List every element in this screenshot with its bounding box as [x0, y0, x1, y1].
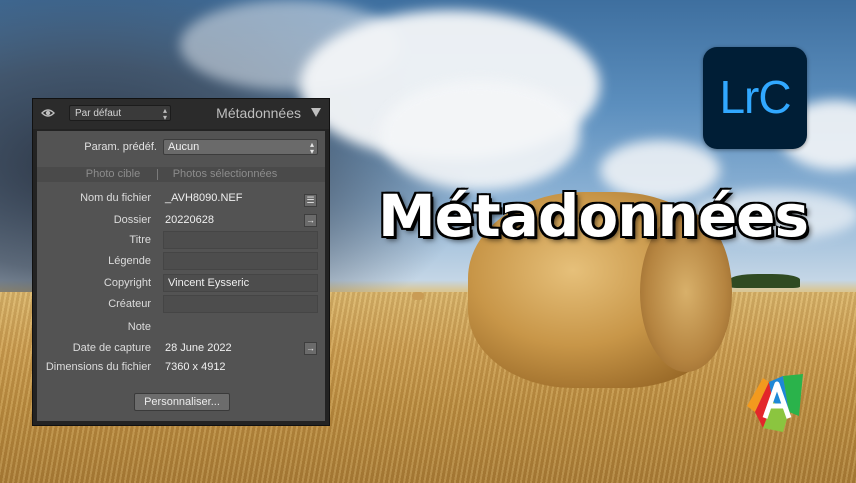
metadata-preset-select[interactable]: Aucun ▴ ▾: [163, 139, 318, 156]
tab-selected-photos[interactable]: Photos sélectionnées: [165, 168, 285, 180]
lightroom-classic-logo: LrC: [703, 47, 807, 149]
field-label-title: Titre: [129, 234, 151, 246]
brand-logo-icon: [747, 374, 803, 432]
copyright-field[interactable]: Vincent Eysseric: [163, 274, 318, 292]
metadata-panel: Par défaut ▴ ▾ Métadonnées Param. prédéf.…: [33, 99, 329, 425]
field-label-rating: Note: [127, 321, 151, 333]
title-field[interactable]: [163, 231, 318, 249]
field-label-creator: Créateur: [108, 298, 151, 310]
view-preset-dropdown[interactable]: Par défaut ▴ ▾: [69, 105, 171, 122]
updown-arrows-icon: ▴ ▾: [162, 106, 167, 122]
metadata-preset-value: Aucun: [168, 141, 200, 153]
cloud: [380, 80, 580, 190]
tab-target-photo[interactable]: Photo cible: [73, 168, 153, 180]
distant-hay-bale: [412, 292, 424, 300]
capture-date-value: 28 June 2022: [165, 342, 232, 354]
panel-body: Param. prédéf. Aucun ▴ ▾ Photo cible Phot…: [37, 131, 325, 421]
view-preset-label: Par défaut: [75, 108, 122, 119]
updown-arrows-icon: ▴ ▾: [309, 140, 314, 156]
panel-title: Métadonnées: [216, 105, 301, 121]
headline-title: Métadonnées: [377, 182, 809, 250]
tree-line: [730, 274, 800, 288]
list-icon[interactable]: ☰: [304, 194, 317, 207]
customize-button[interactable]: Personnaliser...: [134, 393, 230, 411]
field-label-folder: Dossier: [113, 214, 151, 226]
field-label-capture-date: Date de capture: [72, 342, 151, 354]
arrow-right-icon[interactable]: →: [304, 342, 317, 355]
field-label-filename: Nom du fichier: [80, 192, 151, 204]
dimensions-value: 7360 x 4912: [165, 361, 226, 373]
field-label-dimensions: Dimensions du fichier: [45, 361, 151, 373]
panel-header: Par défaut ▴ ▾ Métadonnées: [33, 99, 329, 129]
target-tab-bar: Photo cible Photos sélectionnées: [37, 167, 325, 182]
filename-value[interactable]: _AVH8090.NEF: [163, 189, 318, 207]
lrc-logo-text: LrC: [719, 71, 791, 123]
field-label-caption: Légende: [108, 255, 151, 267]
caption-field[interactable]: [163, 252, 318, 270]
tab-divider: [157, 169, 158, 180]
folder-value: 20220628: [165, 214, 214, 226]
eye-icon[interactable]: [41, 106, 55, 120]
field-label-copyright: Copyright: [103, 277, 151, 289]
rating-value[interactable]: [163, 318, 318, 336]
creator-field[interactable]: [163, 295, 318, 313]
arrow-right-icon[interactable]: →: [304, 214, 317, 227]
triangle-down-icon[interactable]: [311, 108, 321, 117]
metadata-preset-label: Param. prédéf.: [84, 141, 157, 153]
